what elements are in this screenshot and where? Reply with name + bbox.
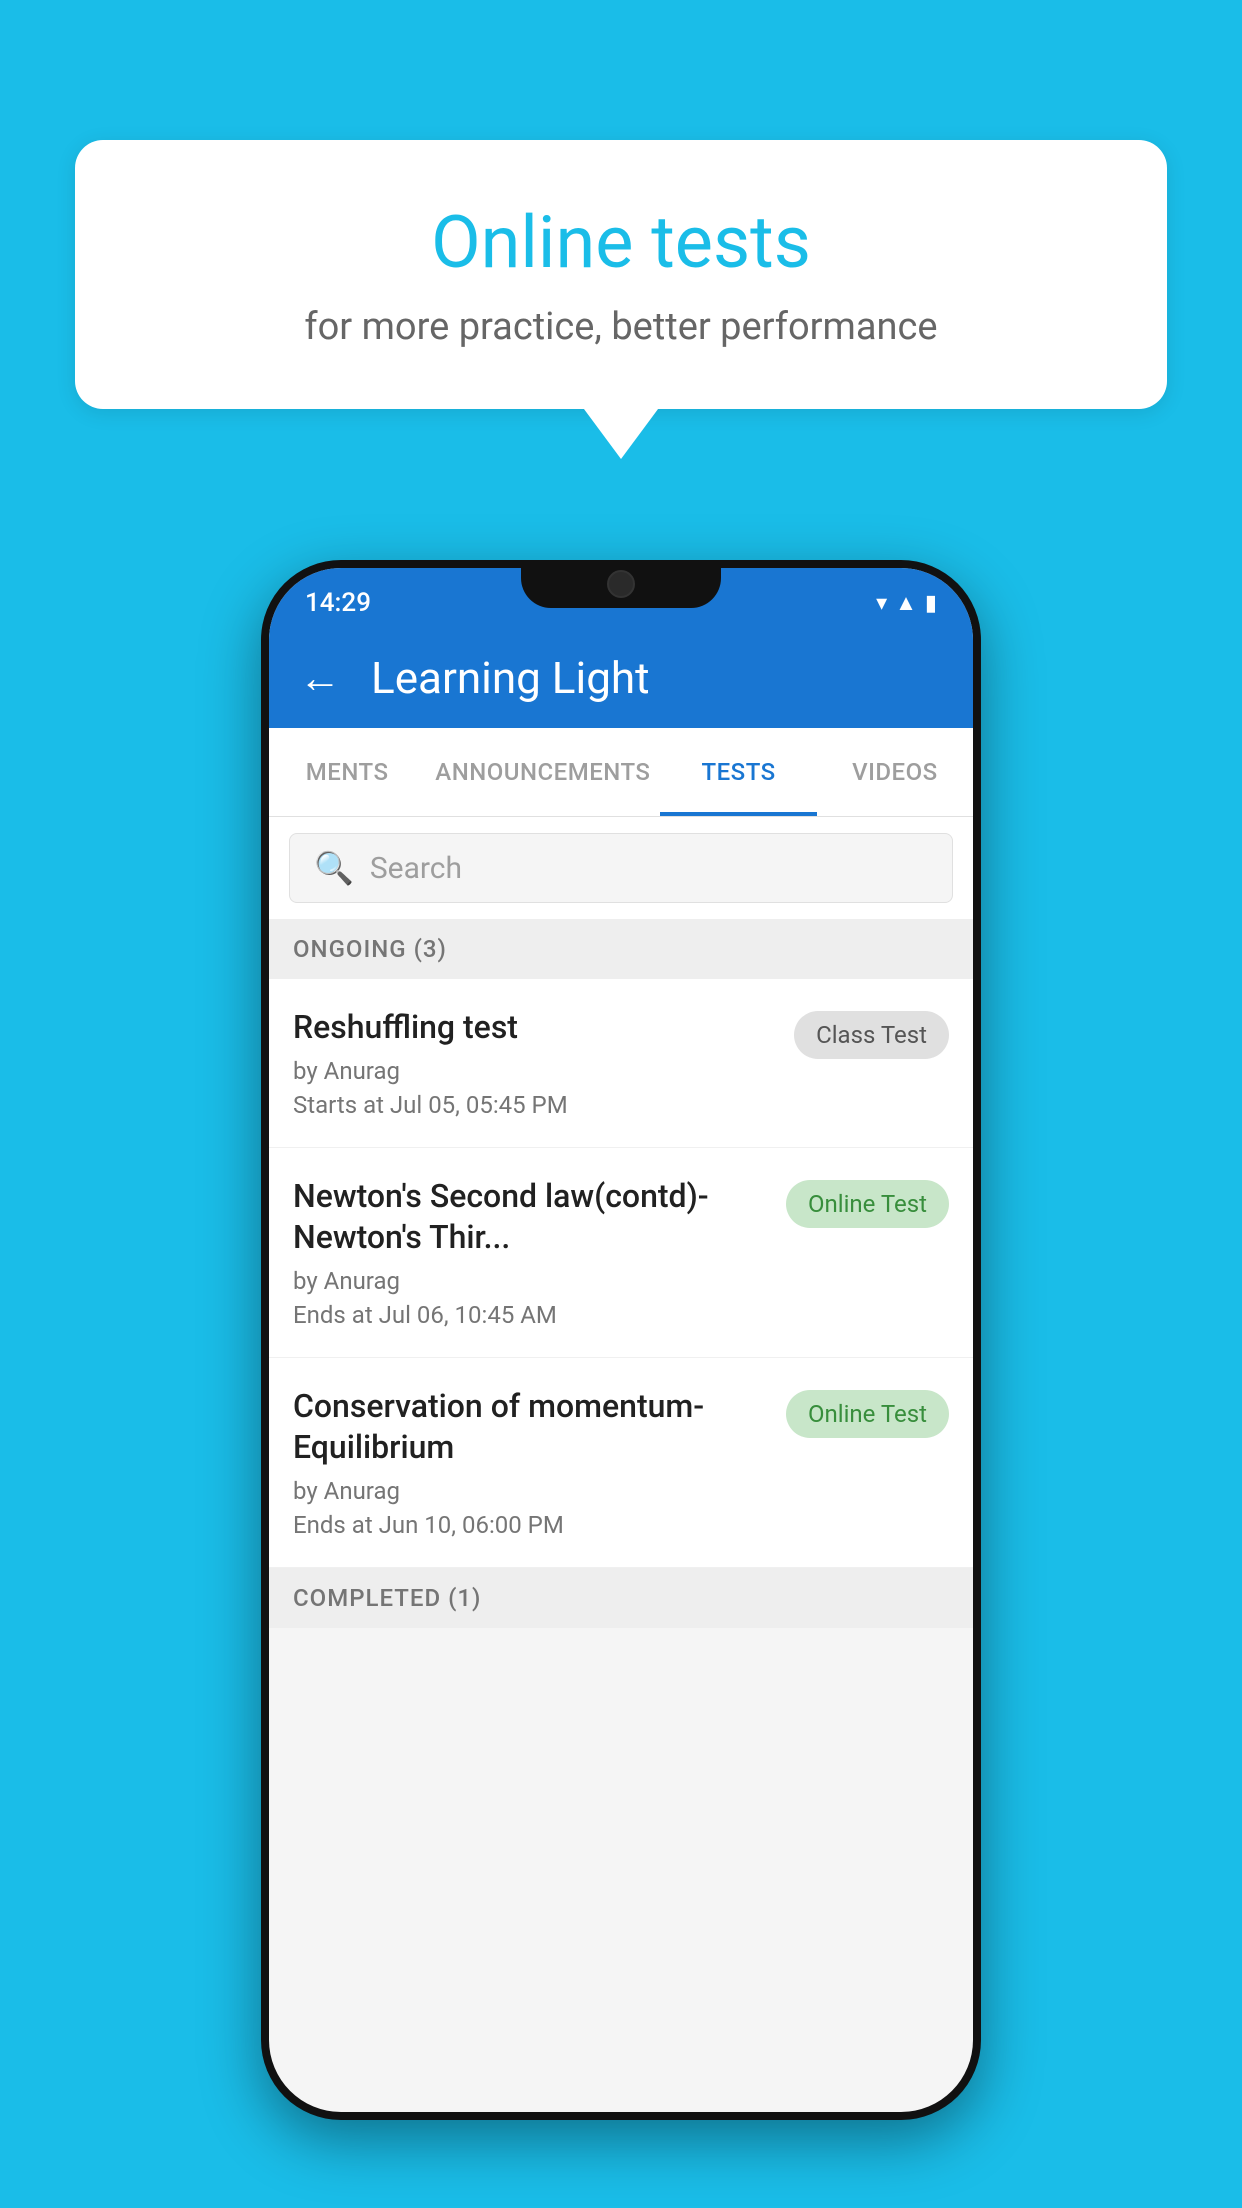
test-name-3: Conservation of momentum-Equilibrium [293, 1386, 770, 1469]
test-time-1: Starts at Jul 05, 05:45 PM [293, 1091, 778, 1119]
test-item-3[interactable]: Conservation of momentum-Equilibrium by … [269, 1358, 973, 1568]
back-button[interactable]: ← [299, 654, 341, 703]
test-badge-3: Online Test [786, 1390, 949, 1438]
search-bar[interactable]: 🔍 Search [289, 833, 953, 903]
phone-notch [521, 560, 721, 608]
status-time: 14:29 [305, 588, 371, 618]
test-item-2[interactable]: Newton's Second law(contd)-Newton's Thir… [269, 1148, 973, 1358]
completed-section-header: COMPLETED (1) [269, 1568, 973, 1628]
test-list: Reshuffling test by Anurag Starts at Jul… [269, 979, 973, 1568]
test-author-2: by Anurag [293, 1267, 770, 1295]
speech-bubble-subtitle: for more practice, better performance [155, 305, 1087, 349]
test-author-3: by Anurag [293, 1477, 770, 1505]
ongoing-section-title: ONGOING (3) [293, 935, 447, 963]
tab-videos[interactable]: VIDEOS [817, 728, 973, 816]
test-info-2: Newton's Second law(contd)-Newton's Thir… [293, 1176, 770, 1329]
tabs-container: MENTS ANNOUNCEMENTS TESTS VIDEOS [269, 728, 973, 817]
search-placeholder: Search [370, 851, 462, 886]
tab-ments[interactable]: MENTS [269, 728, 425, 816]
battery-icon: ▮ [925, 591, 937, 616]
speech-bubble-title: Online tests [155, 200, 1087, 285]
phone-frame: 14:29 ▾ ▲ ▮ ← Learning Light MENTS ANNOU… [261, 560, 981, 2120]
speech-bubble-container: Online tests for more practice, better p… [75, 140, 1167, 409]
tab-tests[interactable]: TESTS [660, 728, 816, 816]
ongoing-section-header: ONGOING (3) [269, 919, 973, 979]
test-item-1[interactable]: Reshuffling test by Anurag Starts at Jul… [269, 979, 973, 1148]
search-container: 🔍 Search [269, 817, 973, 919]
test-name-2: Newton's Second law(contd)-Newton's Thir… [293, 1176, 770, 1259]
speech-bubble: Online tests for more practice, better p… [75, 140, 1167, 409]
test-info-3: Conservation of momentum-Equilibrium by … [293, 1386, 770, 1539]
app-bar: ← Learning Light [269, 628, 973, 728]
test-info-1: Reshuffling test by Anurag Starts at Jul… [293, 1007, 778, 1119]
test-name-1: Reshuffling test [293, 1007, 778, 1049]
search-icon: 🔍 [314, 849, 354, 887]
test-time-3: Ends at Jun 10, 06:00 PM [293, 1511, 770, 1539]
status-icons: ▾ ▲ ▮ [876, 590, 937, 616]
wifi-icon: ▾ [876, 591, 887, 616]
front-camera [607, 570, 635, 598]
app-title: Learning Light [371, 652, 650, 704]
completed-section-title: COMPLETED (1) [293, 1584, 481, 1612]
phone-screen: 14:29 ▾ ▲ ▮ ← Learning Light MENTS ANNOU… [269, 568, 973, 2112]
signal-icon: ▲ [895, 590, 917, 616]
test-badge-1: Class Test [794, 1011, 949, 1059]
test-badge-2: Online Test [786, 1180, 949, 1228]
tab-announcements[interactable]: ANNOUNCEMENTS [425, 728, 660, 816]
test-time-2: Ends at Jul 06, 10:45 AM [293, 1301, 770, 1329]
test-author-1: by Anurag [293, 1057, 778, 1085]
